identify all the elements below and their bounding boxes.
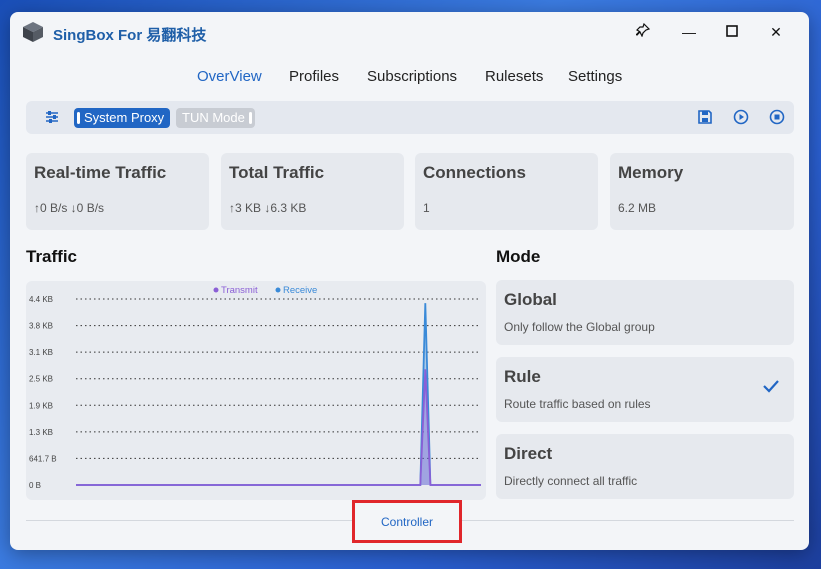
checkmark-icon	[763, 380, 779, 393]
y-tick-label: 3.1 KB	[29, 348, 53, 357]
memory-card: Memory 6.2 MB	[610, 153, 794, 230]
tun-mode-toggle[interactable]: TUN Mode	[176, 108, 255, 128]
mode-item-title: Direct	[504, 444, 553, 463]
realtime-traffic-card: Real-time Traffic ↑0 B/s ↓0 B/s	[26, 153, 209, 230]
tab-overview[interactable]: OverView	[197, 68, 262, 85]
traffic-chart: 4.4 KB 3.8 KB 3.1 KB 2.5 KB 1.9 KB 1.3 KB 641.…	[26, 281, 486, 500]
app-window: SingBox For 易翻科技 — ✕ OverView Profiles S…	[10, 12, 809, 550]
legend-marker	[213, 287, 219, 293]
mode-title: Mode	[496, 247, 541, 266]
system-proxy-label: System Proxy	[84, 110, 165, 125]
mode-direct[interactable]: Direct Directly connect all traffic	[496, 434, 794, 499]
tab-rulesets[interactable]: Rulesets	[485, 68, 543, 85]
app-title: SingBox For 易翻科技	[53, 27, 207, 44]
mode-rule[interactable]: Rule Route traffic based on rules	[496, 357, 794, 422]
card-title: Total Traffic	[229, 163, 325, 182]
tab-profiles[interactable]: Profiles	[289, 68, 339, 85]
y-tick-label: 641.7 B	[29, 454, 57, 463]
titlebar: SingBox For 易翻科技 — ✕	[10, 12, 809, 52]
connections-card: Connections 1	[415, 153, 598, 230]
series-line-receive	[76, 303, 481, 486]
card-value: ↑3 KB ↓6.3 KB	[229, 201, 307, 215]
restart-icon[interactable]	[733, 109, 749, 125]
tun-mode-label: TUN Mode	[182, 110, 245, 125]
tab-settings[interactable]: Settings	[568, 68, 622, 85]
y-tick-label: 1.9 KB	[29, 401, 53, 410]
y-tick-label: 0 B	[29, 481, 41, 490]
card-value: 6.2 MB	[618, 201, 657, 215]
mode-item-desc: Only follow the Global group	[504, 320, 655, 334]
card-value: ↑0 B/s ↓0 B/s	[34, 201, 105, 215]
series-line-transmit	[76, 369, 481, 486]
legend-label: Transmit	[221, 285, 258, 296]
card-value: 1	[423, 201, 430, 215]
system-proxy-toggle[interactable]: System Proxy	[74, 108, 171, 128]
y-tick-label: 4.4 KB	[29, 295, 53, 304]
mode-item-title: Global	[504, 290, 557, 309]
controller-button[interactable]: Controller	[352, 500, 462, 543]
pin-icon[interactable]	[632, 22, 654, 42]
maximize-button[interactable]	[721, 22, 743, 42]
stop-icon[interactable]	[769, 109, 785, 125]
y-tick-label: 1.3 KB	[29, 428, 53, 437]
sliders-icon[interactable]	[44, 109, 60, 125]
minimize-button[interactable]: —	[678, 22, 700, 42]
card-title: Real-time Traffic	[34, 163, 167, 182]
toggle-indicator	[248, 112, 252, 124]
legend-label: Receive	[283, 285, 317, 296]
main-nav: OverView Profiles Subscriptions Rulesets…	[10, 68, 809, 88]
mode-global[interactable]: Global Only follow the Global group	[496, 280, 794, 345]
app-logo-icon	[23, 22, 43, 42]
traffic-chart-svg: 4.4 KB 3.8 KB 3.1 KB 2.5 KB 1.9 KB 1.3 KB 641.…	[29, 285, 481, 490]
mode-item-title: Rule	[504, 367, 541, 386]
toolbar: System Proxy TUN Mode	[26, 101, 794, 134]
card-title: Connections	[423, 163, 526, 182]
mode-item-desc: Route traffic based on rules	[504, 397, 651, 411]
total-traffic-card: Total Traffic ↑3 KB ↓6.3 KB	[221, 153, 404, 230]
toggle-indicator	[77, 112, 80, 124]
save-icon[interactable]	[697, 109, 713, 125]
mode-item-desc: Directly connect all traffic	[504, 474, 638, 488]
y-tick-label: 3.8 KB	[29, 322, 53, 331]
traffic-title: Traffic	[26, 247, 78, 266]
close-button[interactable]: ✕	[765, 22, 787, 42]
card-title: Memory	[618, 163, 684, 182]
tab-subscriptions[interactable]: Subscriptions	[367, 68, 457, 85]
legend-marker	[275, 287, 281, 293]
y-tick-label: 2.5 KB	[29, 375, 53, 384]
